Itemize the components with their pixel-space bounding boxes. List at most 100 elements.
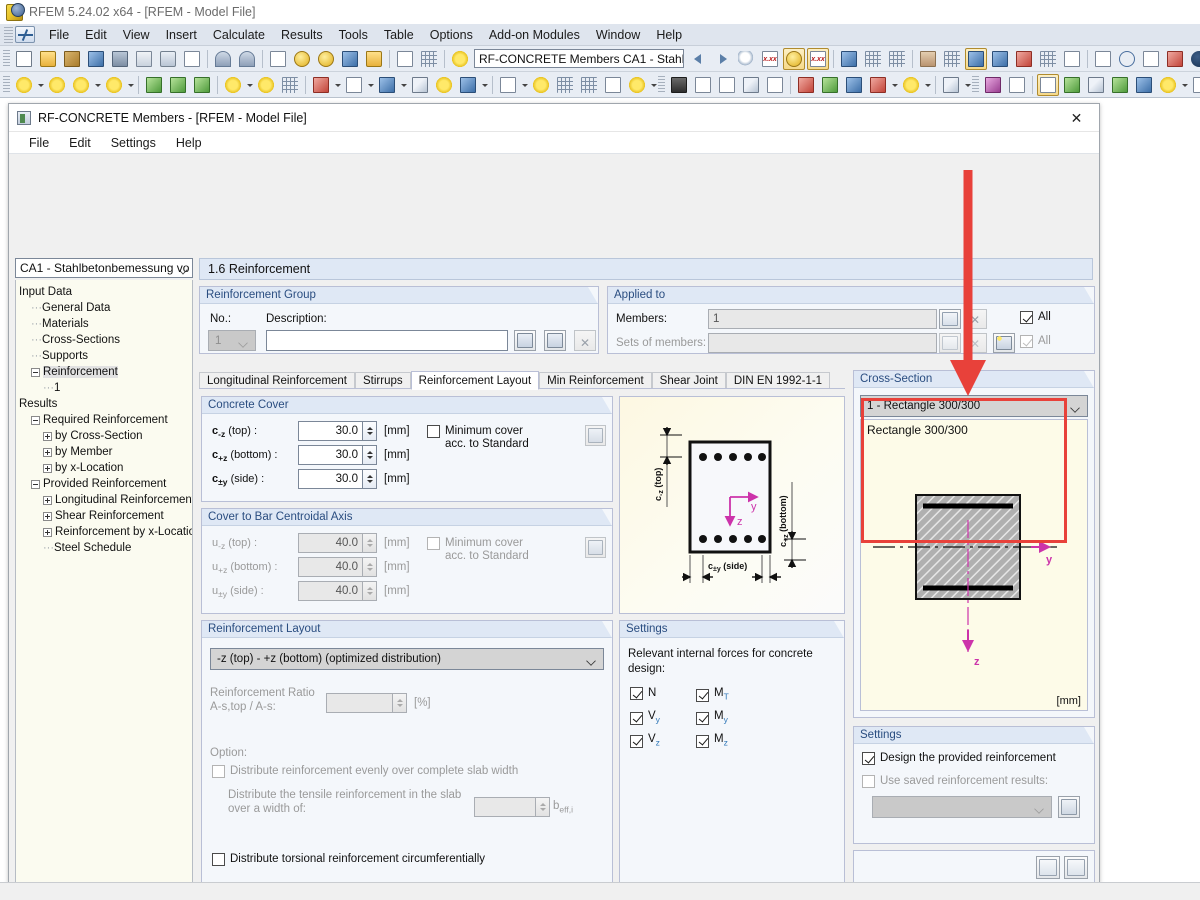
- result-solid-icon[interactable]: [1085, 74, 1107, 96]
- chevron-down-icon[interactable]: [126, 74, 135, 96]
- reinforcement-layout-combo[interactable]: -z (top) - +z (bottom) (optimized distri…: [210, 648, 604, 670]
- copy-object-icon[interactable]: [497, 74, 519, 96]
- member-load-icon[interactable]: [554, 74, 576, 96]
- menu-options[interactable]: Options: [422, 26, 481, 44]
- view-2-icon[interactable]: [989, 48, 1011, 70]
- mirror-icon[interactable]: [1140, 48, 1162, 70]
- pick-members-icon[interactable]: [939, 309, 961, 329]
- table-list-icon[interactable]: [394, 48, 416, 70]
- analysis-case-combo[interactable]: CA1 - Stahlbetonbemessung vo: [15, 258, 193, 278]
- members-input[interactable]: 1: [708, 309, 937, 329]
- checkbox-box[interactable]: [1020, 335, 1033, 348]
- dialog-menu-edit[interactable]: Edit: [59, 134, 101, 152]
- select-plus-icon[interactable]: [339, 48, 361, 70]
- checkbox-box[interactable]: [696, 734, 709, 748]
- view-x-icon[interactable]: [795, 74, 817, 96]
- new-file-icon[interactable]: [13, 48, 35, 70]
- result-arrows-icon[interactable]: [1109, 74, 1131, 96]
- edit-section-icon[interactable]: [267, 48, 289, 70]
- cover-value-spinner[interactable]: [363, 581, 377, 601]
- toolbar-grip[interactable]: [3, 75, 10, 94]
- new-member-icon[interactable]: [103, 74, 125, 96]
- rotate-view-icon[interactable]: [291, 48, 313, 70]
- next-icon[interactable]: [711, 48, 733, 70]
- save-icon[interactable]: [109, 48, 131, 70]
- tree-item[interactable]: Results: [19, 396, 192, 412]
- menu-window[interactable]: Window: [588, 26, 648, 44]
- view-custom-icon[interactable]: [900, 74, 922, 96]
- export-left-icon[interactable]: [1036, 856, 1060, 879]
- checkbox-box[interactable]: [630, 687, 643, 700]
- concrete-cover-standard-icon[interactable]: [585, 425, 606, 446]
- zoom-all-icon[interactable]: [740, 74, 762, 96]
- menu-results[interactable]: Results: [273, 26, 331, 44]
- print-preview-icon[interactable]: [181, 48, 203, 70]
- expand-icon[interactable]: [43, 511, 52, 521]
- expand-icon[interactable]: [43, 495, 52, 505]
- undo-icon[interactable]: [212, 48, 234, 70]
- redo-icon[interactable]: [236, 48, 258, 70]
- collapse-icon[interactable]: [31, 415, 40, 425]
- cover-row-field[interactable]: 30.0 [mm]: [298, 469, 410, 489]
- cover-row-field[interactable]: 40.0 [mm]: [298, 581, 410, 601]
- cover-value-spinner[interactable]: [363, 445, 377, 465]
- new-solid-icon[interactable]: [310, 74, 332, 96]
- copy-group-icon[interactable]: [544, 330, 566, 351]
- render-icon[interactable]: [315, 48, 337, 70]
- tree-item[interactable]: by x-Location: [19, 460, 192, 476]
- new-load-icon[interactable]: [433, 74, 455, 96]
- zoom-out-icon[interactable]: [716, 74, 738, 96]
- chevron-down-icon[interactable]: [1035, 803, 1045, 813]
- cover-value-spinner[interactable]: [363, 469, 377, 489]
- chevron-down-icon[interactable]: [520, 74, 529, 96]
- design-provided-checkbox[interactable]: Design the provided reinforcement: [862, 752, 1056, 765]
- nodal-load-icon[interactable]: [530, 74, 552, 96]
- checkbox-box[interactable]: [696, 711, 709, 725]
- result-combined-icon[interactable]: [1190, 74, 1200, 96]
- reinforcement-ratio-input[interactable]: [326, 693, 393, 713]
- checkbox-box[interactable]: [212, 853, 225, 866]
- zoom-window-icon[interactable]: [692, 74, 714, 96]
- open-model-icon[interactable]: [61, 48, 83, 70]
- checkbox-box[interactable]: [1020, 311, 1033, 324]
- clear-members-icon[interactable]: ✕: [965, 309, 987, 329]
- tree-item[interactable]: by Member: [19, 444, 192, 460]
- surface-load-icon[interactable]: [602, 74, 624, 96]
- toolbar-grip[interactable]: [3, 49, 10, 68]
- dialog-menu-file[interactable]: File: [19, 134, 59, 152]
- tree-item[interactable]: ··· General Data: [19, 300, 192, 316]
- tree-item[interactable]: ··· Steel Schedule: [19, 540, 192, 556]
- clear-sets-icon[interactable]: ✕: [965, 333, 987, 353]
- view-negx-icon[interactable]: [867, 74, 889, 96]
- saved-results-combo[interactable]: [872, 796, 1052, 818]
- collapse-icon[interactable]: [31, 367, 40, 377]
- tree-item[interactable]: ··· Cross-Sections: [19, 332, 192, 348]
- checkbox-box[interactable]: [427, 537, 440, 550]
- new-nodal-support-icon[interactable]: [143, 74, 165, 96]
- cover-row-field[interactable]: 40.0 [mm]: [298, 533, 410, 553]
- menu-calculate[interactable]: Calculate: [205, 26, 273, 44]
- value-icon[interactable]: x.xx: [759, 48, 781, 70]
- menu-edit[interactable]: Edit: [77, 26, 115, 44]
- distribute-torsional-checkbox[interactable]: Distribute torsional reinforcement circu…: [212, 853, 485, 866]
- tree-item[interactable]: by Cross-Section: [19, 428, 192, 444]
- new-load-case-icon[interactable]: [457, 74, 479, 96]
- close-icon[interactable]: ✕: [1054, 104, 1099, 132]
- menu-insert[interactable]: Insert: [158, 26, 205, 44]
- glasses-icon[interactable]: [838, 48, 860, 70]
- view-y-icon[interactable]: [819, 74, 841, 96]
- collapse-icon[interactable]: [31, 479, 40, 489]
- menu-table[interactable]: Table: [376, 26, 422, 44]
- checkbox-box[interactable]: [862, 752, 875, 765]
- new-window-icon[interactable]: [363, 48, 385, 70]
- result-diagram-icon[interactable]: [1037, 73, 1059, 96]
- slab-width-input[interactable]: [474, 797, 536, 817]
- result-surface-icon[interactable]: [1061, 74, 1083, 96]
- cover-value-input[interactable]: 30.0: [298, 421, 363, 441]
- model-icon[interactable]: [85, 48, 107, 70]
- dialog-menu-settings[interactable]: Settings: [101, 134, 166, 152]
- cover-axis-min-checkbox[interactable]: Minimum cover acc. to Standard: [427, 537, 542, 563]
- export-right-icon[interactable]: [1064, 856, 1088, 879]
- chevron-down-icon[interactable]: [333, 74, 342, 96]
- prev-icon[interactable]: [687, 48, 709, 70]
